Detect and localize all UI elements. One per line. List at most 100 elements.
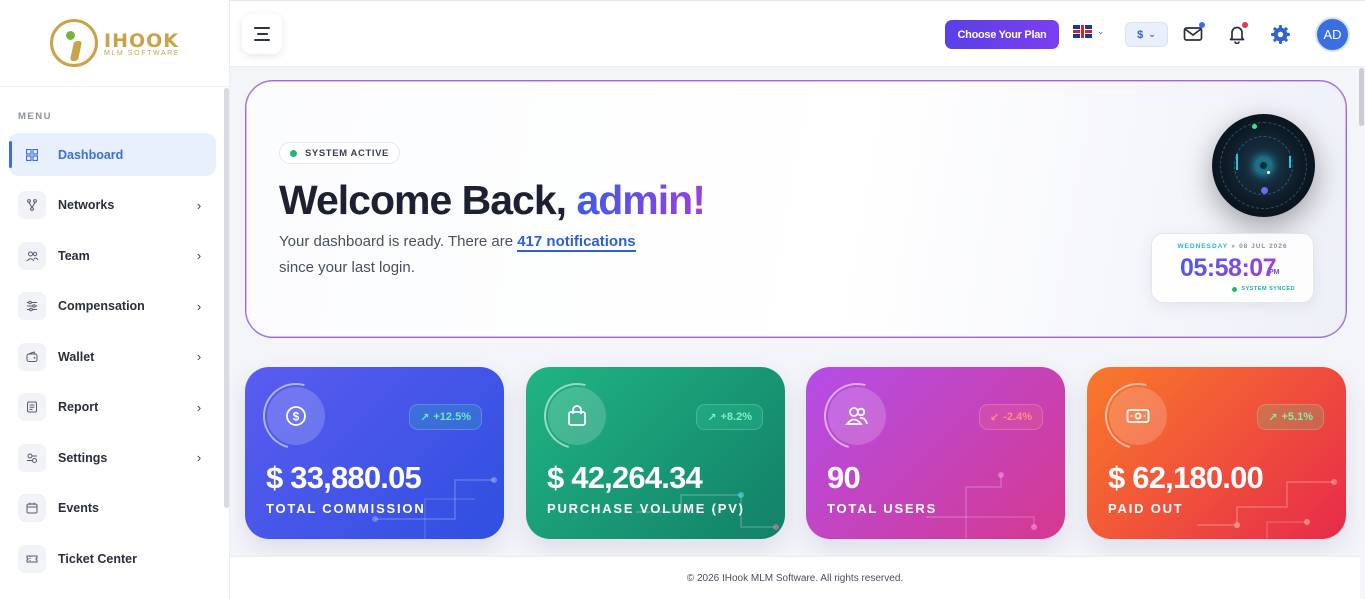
notifications-button[interactable]	[1225, 22, 1249, 46]
chevron-right-icon: ›	[196, 450, 202, 465]
notification-badge	[1242, 22, 1248, 28]
users-icon	[828, 387, 886, 445]
trend-value: -2.4%	[1003, 411, 1032, 423]
hamburger-line	[254, 27, 270, 29]
dollar-icon: $	[267, 387, 325, 445]
choose-plan-button[interactable]: Choose Your Plan	[945, 20, 1059, 49]
calendar-icon	[18, 494, 46, 522]
sidebar-item-label: Settings	[58, 450, 108, 465]
status-badge: SYSTEM ACTIVE	[279, 142, 400, 164]
chevron-right-icon: ›	[196, 248, 202, 263]
sliders-icon	[18, 292, 46, 320]
clock-time: 05:58:07	[1180, 254, 1277, 282]
ticket-icon	[18, 544, 46, 573]
username: admin!	[576, 177, 705, 223]
sidebar-item-report[interactable]: Report ›	[9, 386, 216, 429]
trend-up-icon: ↗	[707, 411, 717, 424]
chevron-right-icon: ›	[196, 197, 202, 213]
copyright-text: © 2026 IHook MLM Software. All rights re…	[686, 573, 904, 584]
shopping-bag-icon	[548, 387, 606, 445]
brand-tagline: MLM SOFTWARE	[104, 49, 181, 57]
sidebar-item-settings[interactable]: Settings ›	[9, 436, 216, 479]
trend-value: +8.2%	[720, 411, 753, 423]
settings-icon	[18, 443, 46, 472]
sidebar-item-ticket-center[interactable]: Ticket Center	[9, 537, 216, 580]
sidebar-item-dashboard[interactable]: Dashboard	[9, 133, 216, 176]
stat-value: $ 33,880.05	[266, 460, 422, 495]
chevron-right-icon: ›	[196, 399, 202, 415]
sidebar-menu: Dashboard Networks › Team › Compensation…	[9, 133, 216, 588]
mail-button[interactable]	[1181, 22, 1205, 46]
chevron-right-icon: ›	[196, 298, 202, 314]
svg-text:$: $	[293, 410, 300, 424]
uk-flag-icon	[1073, 25, 1092, 38]
stat-value: $ 62,180.00	[1108, 460, 1264, 495]
trend-down-icon: ↙	[990, 411, 1000, 424]
stat-card-total-commission[interactable]: $ ↗ +12.5% $ 33,880.05 TOTAL COMMISSION	[245, 367, 504, 539]
sidebar: IHOOK MLM SOFTWARE MENU Dashboard Networ…	[0, 0, 230, 599]
sidebar-item-events[interactable]: Events	[9, 487, 216, 530]
settings-button[interactable]	[1268, 22, 1292, 46]
welcome-description: Your dashboard is ready. There are 417 n…	[279, 229, 699, 281]
trend-value: +5.1%	[1281, 411, 1314, 423]
trend-up-icon: ↗	[420, 411, 430, 424]
user-avatar[interactable]: AD	[1315, 17, 1350, 52]
desc-suffix: since your last login.	[279, 259, 415, 276]
hamburger-line	[254, 39, 270, 41]
sidebar-item-label: Compensation	[58, 299, 145, 313]
chevron-right-icon: ›	[196, 349, 202, 364]
trend-badge: ↗ +12.5%	[409, 404, 482, 430]
currency-selector[interactable]: $ ⌄	[1125, 22, 1168, 47]
language-selector[interactable]: ⌄	[1073, 25, 1105, 38]
welcome-heading: Welcome Back, admin!	[279, 177, 706, 224]
main-scrollbar[interactable]	[1359, 68, 1364, 126]
stat-card-paid-out[interactable]: ↗ +5.1% $ 62,180.00 PAID OUT	[1087, 367, 1346, 539]
sidebar-item-label: Dashboard	[58, 147, 124, 162]
footer: © 2026 IHook MLM Software. All rights re…	[230, 556, 1360, 599]
stat-card-total-users[interactable]: ↙ -2.4% 90 TOTAL USERS	[806, 367, 1065, 539]
logo-mark-icon	[50, 19, 98, 67]
clock-ampm: PM	[1269, 269, 1280, 276]
clock-date-value: 08 JUL 2026	[1239, 243, 1288, 250]
report-icon	[18, 393, 46, 421]
cash-icon	[1109, 387, 1167, 445]
sidebar-item-team[interactable]: Team ›	[9, 234, 216, 277]
sidebar-item-wallet[interactable]: Wallet ›	[9, 335, 216, 378]
network-icon	[18, 191, 46, 219]
desc-prefix: Your dashboard is ready. There are	[279, 233, 518, 250]
sidebar-item-label: Team	[58, 248, 90, 263]
stat-label: TOTAL USERS	[827, 501, 938, 516]
sidebar-scrollbar[interactable]	[224, 88, 229, 508]
trend-badge: ↗ +5.1%	[1257, 404, 1324, 430]
sidebar-item-networks[interactable]: Networks ›	[9, 184, 216, 227]
chevron-down-icon: ⌄	[1148, 29, 1156, 39]
logo[interactable]: IHOOK MLM SOFTWARE	[0, 0, 229, 87]
sidebar-item-compensation[interactable]: Compensation ›	[9, 285, 216, 328]
topbar: Choose Your Plan ⌄ $ ⌄ AD	[230, 0, 1365, 67]
clock-date: WEDNESDAY ● 08 JUL 2026	[1177, 243, 1288, 250]
radar-orb-icon	[1212, 114, 1315, 217]
trend-badge: ↗ +8.2%	[696, 404, 763, 430]
stat-value: $ 42,264.34	[547, 460, 703, 495]
clock-card: WEDNESDAY ● 08 JUL 2026 05:58:07 PM SYSTEM…	[1151, 233, 1314, 303]
trend-badge: ↙ -2.4%	[979, 404, 1043, 430]
stat-card-purchase-volume[interactable]: ↗ +8.2% $ 42,264.34 PURCHASE VOLUME (PV)	[526, 367, 785, 539]
chevron-down-icon: ⌄	[1097, 26, 1105, 36]
sync-status: SYSTEM SYNCED	[1232, 286, 1295, 292]
menu-toggle-button[interactable]	[242, 14, 282, 54]
mail-badge	[1199, 22, 1205, 28]
notifications-link[interactable]: 417 notifications	[517, 233, 636, 252]
mail-icon	[1183, 27, 1203, 41]
stat-value: 90	[827, 460, 861, 495]
menu-section-label: MENU	[18, 111, 52, 122]
trend-up-icon: ↗	[1268, 411, 1278, 424]
hamburger-line	[256, 33, 268, 35]
currency-value: $	[1137, 28, 1144, 41]
sidebar-item-label: Networks	[58, 198, 115, 212]
clock-day: WEDNESDAY	[1177, 243, 1229, 250]
sidebar-item-label: Ticket Center	[58, 551, 137, 566]
sidebar-item-label: Report	[58, 400, 99, 414]
trend-value: +12.5%	[433, 411, 471, 423]
sidebar-item-label: Events	[58, 501, 99, 515]
stat-label: PURCHASE VOLUME (PV)	[547, 501, 745, 516]
